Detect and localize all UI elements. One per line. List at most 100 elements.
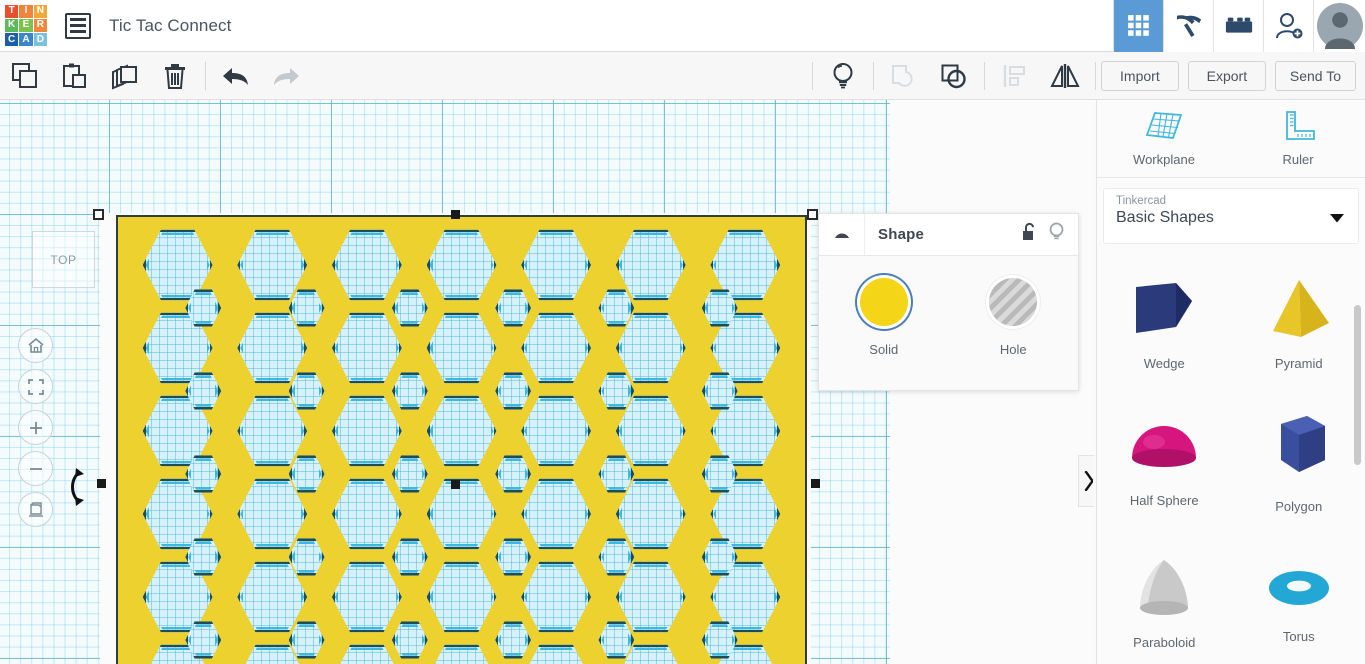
selection-handle-top-right[interactable]: [807, 209, 818, 220]
ruler-icon: [1279, 110, 1317, 145]
page-title: Tic Tac Connect: [109, 15, 232, 35]
hole-swatch[interactable]: [989, 278, 1038, 326]
zoom-out-icon[interactable]: [18, 451, 53, 486]
hex-hole-small: [495, 621, 532, 659]
shape-item-pyramid[interactable]: Pyramid: [1232, 253, 1365, 393]
selection-handle-left-mid[interactable]: [97, 479, 106, 488]
add-user-icon[interactable]: [1263, 0, 1313, 52]
hex-hole-small: [598, 538, 635, 576]
hex-hole-small: [391, 289, 428, 327]
hex-hole-small: [598, 621, 635, 659]
view-cube[interactable]: TOP: [32, 231, 95, 288]
shape-panel-header-icons: [1021, 222, 1078, 247]
lego-brick-icon[interactable]: [1213, 0, 1263, 52]
logo-tile-i: I: [19, 4, 33, 18]
grid-gallery-icon[interactable]: [1113, 0, 1163, 52]
small-hex-row: [118, 621, 805, 659]
logo-tile-k: K: [5, 18, 19, 33]
unlock-icon[interactable]: [1021, 222, 1038, 247]
group-shapes-icon[interactable]: [879, 53, 929, 99]
lightbulb-icon[interactable]: [1048, 222, 1065, 247]
chevron-right-icon[interactable]: [1078, 455, 1094, 507]
fit-to-view-icon[interactable]: [18, 369, 53, 404]
hex-hole-small: [391, 372, 428, 410]
selection-handle-top-mid[interactable]: [451, 210, 460, 219]
sidebar-item-workplane[interactable]: Workplane: [1097, 100, 1231, 177]
hex-hole-small: [391, 621, 428, 659]
send-to-button[interactable]: Send To: [1274, 60, 1356, 91]
shape-item-torus[interactable]: Torus: [1232, 533, 1365, 664]
sidebar-item-label-workplane: Workplane: [1133, 152, 1195, 167]
shape-library-grid: Wedge Pyramid Half Sphere Polygon Parabo…: [1097, 253, 1365, 664]
rotate-handle-icon[interactable]: [64, 466, 90, 513]
pyramid-shape: [1259, 275, 1339, 346]
hex-hole-small: [495, 455, 532, 493]
hex-hole-small: [598, 455, 635, 493]
delete-trash-icon[interactable]: [150, 53, 200, 99]
app-header: TINKERCAD Tic Tac Connect: [0, 0, 1365, 52]
lightbulb-icon[interactable]: [818, 53, 868, 99]
hex-hole-small: [701, 455, 738, 493]
redo-icon[interactable]: [261, 53, 311, 99]
mirror-flip-icon[interactable]: [1040, 53, 1090, 99]
perspective-toggle-icon[interactable]: [18, 492, 53, 527]
logo-tile-n: N: [33, 4, 47, 18]
duplicate-icon[interactable]: [100, 53, 150, 99]
library-category: Tinkercad: [1116, 195, 1167, 207]
hex-hole-small: [598, 289, 635, 327]
design-canvas[interactable]: TOP Shape Solid Hole: [0, 100, 1094, 664]
logo-tile-t: T: [5, 4, 19, 18]
shape-option-solid[interactable]: Solid: [819, 278, 949, 357]
shape-panel-title: Shape: [878, 226, 925, 243]
half-sphere-shape: [1124, 418, 1204, 483]
shape-label-paraboloid: Paraboloid: [1133, 635, 1196, 650]
selection-handle-top-left[interactable]: [93, 209, 104, 220]
copy-icon[interactable]: [0, 53, 50, 99]
import-button[interactable]: Import: [1100, 60, 1179, 91]
hex-hole-small: [288, 621, 325, 659]
shape-option-hole[interactable]: Hole: [949, 278, 1079, 357]
hex-hole-small: [288, 455, 325, 493]
ungroup-shapes-icon[interactable]: [929, 53, 979, 99]
collapse-triangle-icon[interactable]: [819, 214, 865, 255]
home-view-icon[interactable]: [18, 328, 53, 363]
toolbar-divider-4: [983, 61, 985, 90]
shape-item-half-sphere[interactable]: Half Sphere: [1097, 393, 1232, 533]
hexagon-perforated-plate[interactable]: [93, 209, 820, 664]
toolbar-divider-3: [872, 61, 874, 90]
hex-hole-small: [288, 538, 325, 576]
selection-handle-center[interactable]: [451, 480, 460, 489]
shape-item-paraboloid[interactable]: Paraboloid: [1097, 533, 1232, 664]
toolbar-divider-5: [1094, 61, 1096, 90]
shape-library-select[interactable]: Tinkercad Basic Shapes: [1103, 188, 1359, 244]
tinkercad-app: TINKERCAD Tic Tac Connect Import Export …: [0, 0, 1365, 664]
codeblocks-pickaxe-icon[interactable]: [1163, 0, 1213, 52]
shape-label-pyramid: Pyramid: [1274, 356, 1323, 371]
small-hex-row: [118, 538, 805, 576]
shape-label-polygon: Polygon: [1275, 499, 1323, 514]
shape-properties-panel[interactable]: Shape Solid Hole: [818, 213, 1079, 391]
document-list-icon[interactable]: [65, 12, 91, 39]
caret-down-icon: [1330, 210, 1344, 228]
hex-hole-small: [598, 372, 635, 410]
sidebar-item-label-ruler: Ruler: [1282, 152, 1314, 167]
align-icon[interactable]: [990, 53, 1040, 99]
polygon-prism-shape: [1259, 412, 1339, 489]
hex-hole-small: [701, 372, 738, 410]
shape-item-polygon[interactable]: Polygon: [1232, 393, 1365, 533]
view-navigation-controls: [18, 328, 54, 527]
undo-icon[interactable]: [211, 53, 261, 99]
sidebar-scrollbar[interactable]: [1354, 305, 1361, 465]
small-hex-row: [118, 455, 805, 493]
torus-shape: [1259, 562, 1339, 619]
selection-handle-right-mid[interactable]: [811, 479, 820, 488]
user-avatar[interactable]: [1313, 0, 1365, 52]
export-button[interactable]: Export: [1187, 60, 1266, 91]
solid-swatch[interactable]: [859, 278, 908, 326]
shape-item-wedge[interactable]: Wedge: [1097, 253, 1232, 393]
plate-body[interactable]: [116, 215, 807, 664]
sidebar-item-ruler[interactable]: Ruler: [1231, 100, 1365, 177]
zoom-in-icon[interactable]: [18, 410, 53, 445]
paste-icon[interactable]: [50, 53, 100, 99]
tinkercad-logo[interactable]: TINKERCAD: [5, 4, 47, 47]
